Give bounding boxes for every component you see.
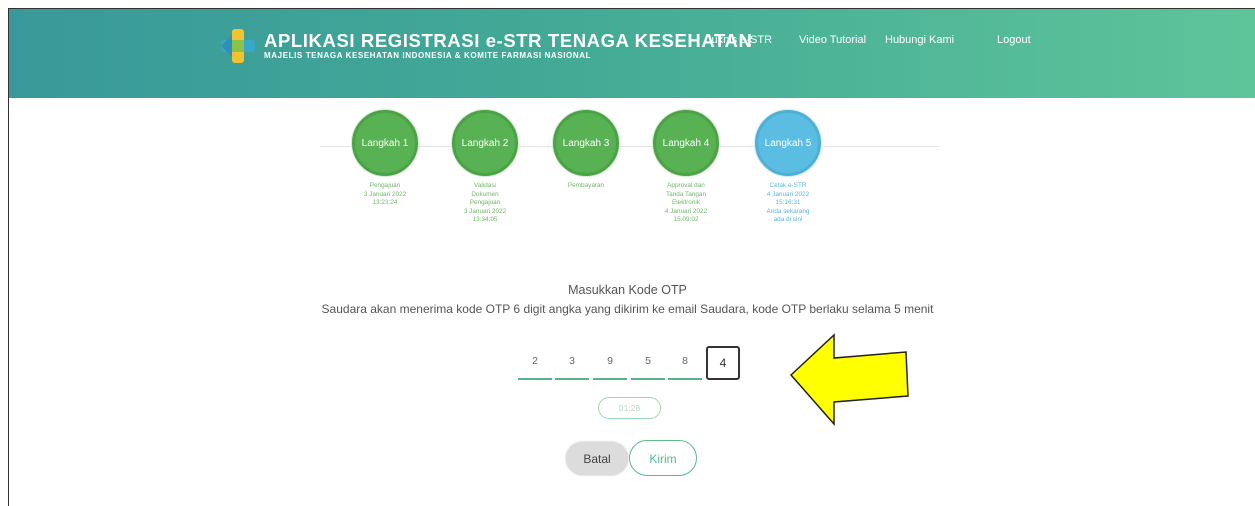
- nav-juknis[interactable]: Juknis e-STR: [706, 34, 772, 46]
- nav-hubungi-kami[interactable]: Hubungi Kami: [885, 34, 954, 46]
- step-3: Langkah 3 Pembayaran: [546, 110, 626, 191]
- step-circle: Langkah 3: [553, 110, 619, 176]
- nav-video-tutorial[interactable]: Video Tutorial: [799, 34, 866, 46]
- otp-digit-5[interactable]: 8: [668, 346, 702, 380]
- step-description: Pembayaran: [567, 182, 605, 189]
- app-subtitle: MAJELIS TENAGA KESEHATAN INDONESIA & KOM…: [264, 51, 592, 60]
- otp-digit-4[interactable]: 5: [631, 346, 665, 380]
- brand[interactable]: APLIKASI REGISTRASI e-STR TENAGA KESEHAT…: [218, 26, 752, 66]
- submit-button[interactable]: Kirim: [629, 440, 697, 476]
- step-description: Pengajuan 3 Januari 2022 13:23:24: [363, 182, 407, 207]
- step-2: Langkah 2 Validasi Dokumen Pengajuan 3 J…: [445, 110, 525, 225]
- step-description: Validasi Dokumen Pengajuan 3 Januari 202…: [463, 182, 507, 224]
- otp-description: Saudara akan menerima kode OTP 6 digit a…: [321, 302, 934, 316]
- step-circle: Langkah 1: [352, 110, 418, 176]
- cancel-button[interactable]: Batal: [566, 442, 628, 475]
- step-1: Langkah 1 Pengajuan 3 Januari 2022 13:23…: [345, 110, 425, 208]
- step-description: Cetak e-STR 4 Januari 2022 15:16:31 Anda…: [766, 182, 810, 224]
- step-circle: Langkah 2: [452, 110, 518, 176]
- otp-digit-1[interactable]: 2: [518, 346, 552, 380]
- otp-title: Masukkan Kode OTP: [568, 283, 687, 297]
- cross-logo-icon: [221, 29, 255, 63]
- app-title: APLIKASI REGISTRASI e-STR TENAGA KESEHAT…: [264, 30, 753, 51]
- step-4: Langkah 4 Approval dan Tanda Tangan Elek…: [646, 110, 726, 225]
- step-description: Approval dan Tanda Tangan Elektronik 4 J…: [664, 182, 708, 224]
- otp-digit-2[interactable]: 3: [555, 346, 589, 380]
- nav-logout[interactable]: Logout: [997, 34, 1031, 46]
- yellow-arrow-annotation: [789, 333, 909, 426]
- otp-digit-6[interactable]: 4: [706, 346, 740, 380]
- step-circle: Langkah 4: [653, 110, 719, 176]
- otp-digit-3[interactable]: 9: [593, 346, 627, 380]
- otp-timer: 01:28: [598, 397, 661, 419]
- step-circle-current: Langkah 5: [755, 110, 821, 176]
- step-5: Langkah 5 Cetak e-STR 4 Januari 2022 15:…: [748, 110, 828, 225]
